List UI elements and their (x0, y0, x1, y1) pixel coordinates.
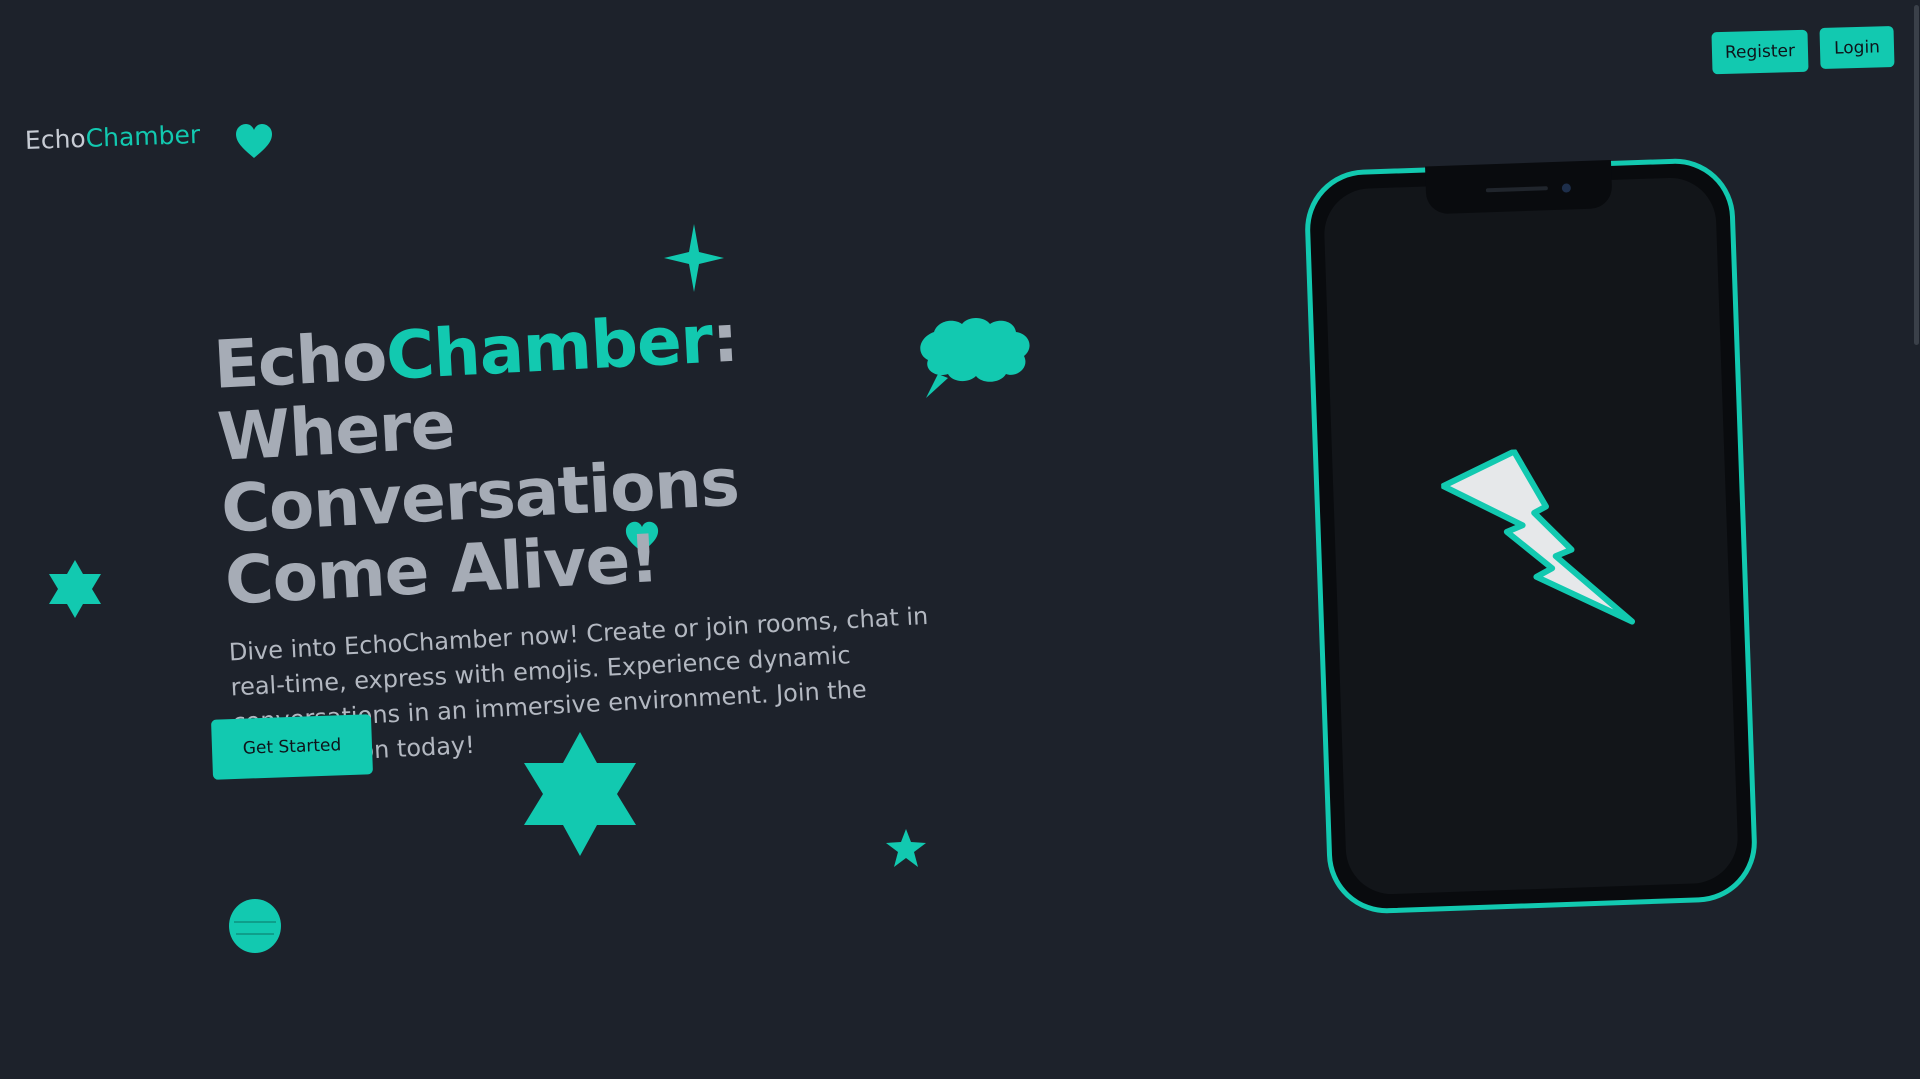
login-button[interactable]: Login (1819, 26, 1895, 69)
phone-screen (1322, 176, 1740, 896)
phone-speaker (1485, 186, 1548, 193)
star-of-david-icon (49, 560, 101, 618)
logo-part-chamber: Chamber (85, 119, 201, 153)
phone-notch (1425, 159, 1613, 215)
globe-icon (229, 899, 281, 953)
heart-icon (236, 124, 272, 158)
hero-title-colon: : (710, 299, 740, 378)
lightning-bolt-icon (1440, 448, 1636, 625)
star-icon (886, 829, 926, 867)
get-started-button[interactable]: Get Started (211, 714, 373, 780)
sparkle-icon (664, 224, 724, 292)
hero-section: EchoChamber: Where Conversations Come Al… (212, 292, 954, 775)
hero-title: EchoChamber: Where Conversations Come Al… (212, 292, 946, 620)
logo-part-echo: Echo (24, 123, 87, 155)
register-button[interactable]: Register (1711, 29, 1809, 75)
scrollbar-thumb[interactable] (1914, 5, 1919, 345)
phone-camera (1561, 183, 1572, 193)
scrollbar[interactable] (1912, 0, 1920, 1079)
logo[interactable]: EchoChamber (24, 120, 200, 155)
phone-mockup (1303, 156, 1759, 916)
